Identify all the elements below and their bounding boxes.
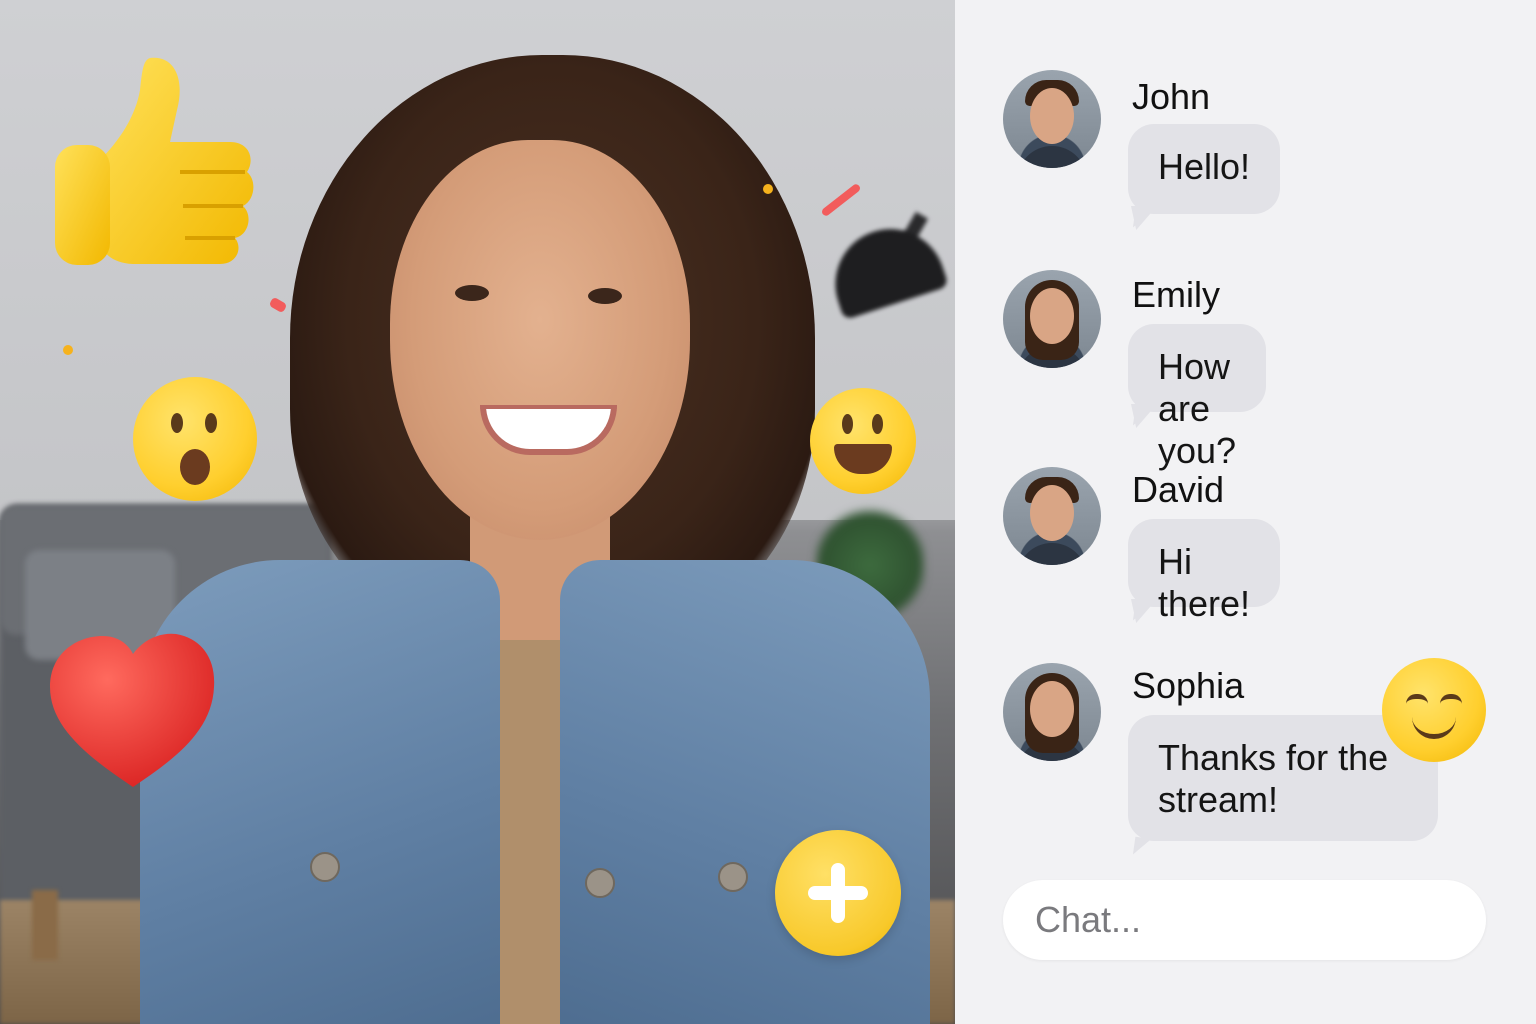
message-bubble: How are you?: [1128, 324, 1267, 471]
streamer-jacket-right: [560, 560, 930, 1024]
confetti: [763, 184, 773, 194]
smiling-face-icon: [1382, 658, 1486, 762]
sofa-leg: [32, 890, 58, 960]
avatar: [1003, 70, 1101, 168]
chat-input[interactable]: [1003, 880, 1486, 960]
grinning-face-icon: [810, 388, 916, 494]
confetti: [63, 345, 73, 355]
streamer-face: [390, 140, 690, 540]
heart-icon: [50, 633, 215, 787]
surprised-face-icon: [133, 377, 257, 501]
sender-name: John: [1132, 76, 1211, 117]
avatar: [1003, 467, 1101, 565]
add-reaction-button[interactable]: [775, 830, 901, 956]
streamer-eye: [588, 288, 622, 304]
avatar: [1003, 663, 1101, 761]
jacket-button: [718, 862, 748, 892]
thumbs-up-icon: [55, 57, 254, 265]
streamer-jacket-left: [140, 560, 500, 1024]
jacket-button: [310, 852, 340, 882]
jacket-button: [585, 868, 615, 898]
sender-name: David: [1132, 469, 1225, 510]
sender-name: Sophia: [1132, 665, 1245, 706]
avatar: [1003, 270, 1101, 368]
message-bubble: Hello!: [1128, 124, 1281, 214]
sender-name: Emily: [1132, 274, 1220, 315]
chat-panel: John Hello! Emily How are you? David Hi …: [955, 0, 1536, 1024]
video-stream: [0, 0, 955, 1024]
plus-icon: [831, 863, 845, 923]
message-bubble: Hi there!: [1128, 519, 1281, 624]
streamer-eye: [455, 285, 489, 301]
